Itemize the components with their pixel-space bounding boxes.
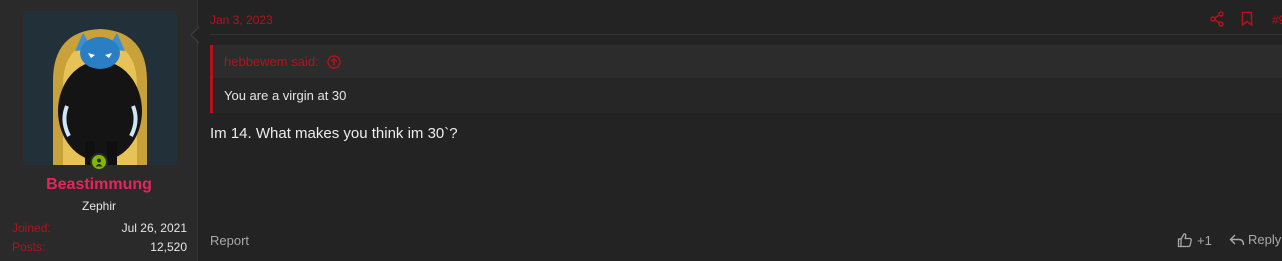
stat-value: 12,520	[150, 240, 187, 254]
reply-label: Reply	[1248, 232, 1282, 247]
username[interactable]: Beastimmung	[0, 176, 198, 194]
bookmark-icon[interactable]	[1241, 11, 1257, 29]
online-dot-icon	[90, 153, 108, 171]
like-count: +1	[1197, 232, 1212, 248]
quote-block: hebbewem said: You are a virgin at 30	[210, 45, 1282, 113]
post-body: Jan 3, 2023 #9 hebbewem said:	[199, 0, 1282, 261]
stat-value: Jul 26, 2021	[121, 221, 187, 235]
forum-post: Beastimmung Zephir Joined: Jul 26, 2021 …	[0, 0, 1282, 261]
user-title: Zephir	[81, 199, 116, 213]
stat-label: Joined:	[12, 221, 51, 235]
thumbs-up-icon	[1177, 233, 1192, 248]
stat-posts: Posts: 12,520	[12, 240, 187, 254]
user-panel: Beastimmung Zephir Joined: Jul 26, 2021 …	[0, 0, 198, 261]
post-number[interactable]: #9	[1272, 13, 1282, 27]
arrow-up-circle-icon[interactable]	[326, 54, 341, 69]
reply-button[interactable]: Reply	[1229, 232, 1281, 247]
header-divider	[210, 34, 1282, 35]
avatar[interactable]	[23, 11, 177, 165]
message-text: Im 14. What makes you think im 30`?	[210, 125, 458, 142]
like-button[interactable]: +1	[1177, 232, 1212, 248]
stat-joined: Joined: Jul 26, 2021	[12, 221, 187, 235]
quote-text: You are a virgin at 30	[213, 78, 1282, 113]
quote-author[interactable]: hebbewem said:	[224, 54, 319, 69]
post-date[interactable]: Jan 3, 2023	[210, 13, 273, 27]
stat-label: Posts:	[12, 240, 46, 254]
reply-icon	[1229, 234, 1245, 245]
quote-header[interactable]: hebbewem said:	[213, 45, 1282, 78]
report-link[interactable]: Report	[210, 233, 249, 248]
share-icon[interactable]	[1210, 11, 1226, 29]
